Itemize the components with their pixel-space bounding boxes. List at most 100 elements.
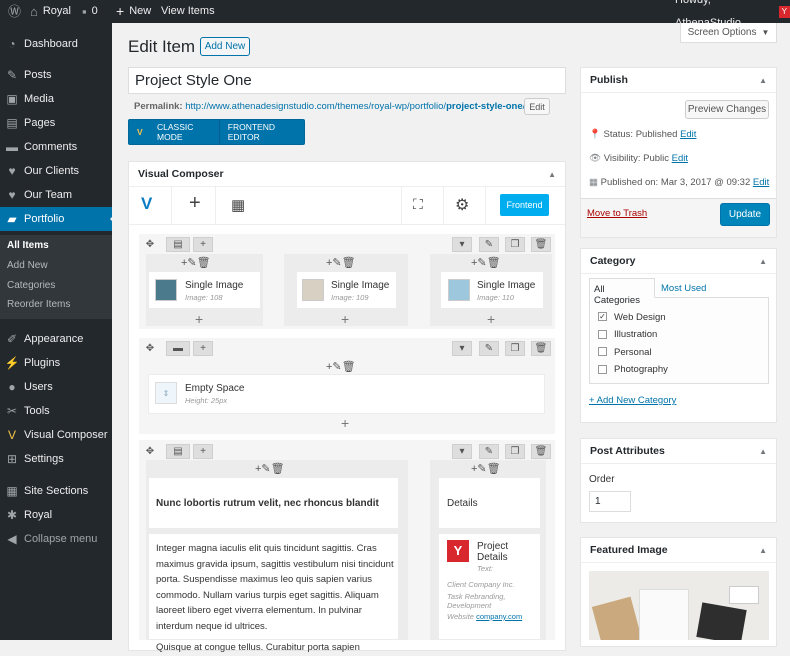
screen-options-toggle[interactable]: Screen Options ▼ [680, 23, 777, 43]
sidebar-item-users[interactable]: ● Users [0, 375, 112, 399]
category-checkbox[interactable] [598, 365, 607, 374]
sidebar-item-dashboard[interactable]: ◔ Dashboard [0, 32, 112, 56]
add-new-category-link[interactable]: + Add New Category [589, 395, 676, 406]
post-title-input[interactable]: Project Style One [128, 67, 566, 94]
sidebar-item-royal[interactable]: ✱ Royal [0, 503, 112, 527]
drag-handle-icon[interactable]: ✥ [140, 341, 160, 356]
row-toggle-icon[interactable]: ▾ [452, 444, 472, 459]
site-name-link[interactable]: ⌂ Royal [30, 0, 71, 23]
published-edit-link[interactable]: Edit [753, 177, 769, 188]
collapse-arrow-icon[interactable]: ▲ [759, 76, 767, 85]
column-controls[interactable]: +✎🗑 [255, 462, 285, 475]
sidebar-item-media[interactable]: ▣ Media [0, 87, 112, 111]
row-clone-icon[interactable]: ❐ [505, 341, 525, 356]
submenu-add-new[interactable]: Add New [7, 260, 48, 271]
add-element-plus-icon[interactable]: + [341, 311, 349, 327]
sidebar-collapse-menu[interactable]: ◀ Collapse menu [0, 527, 112, 551]
row-toggle-icon[interactable]: ▾ [452, 237, 472, 252]
row-edit-icon[interactable]: ✎ [479, 341, 499, 356]
tab-most-used[interactable]: Most Used [661, 283, 706, 294]
category-checkbox[interactable] [598, 347, 607, 356]
add-element-plus-icon[interactable]: + [487, 311, 495, 327]
row-edit-icon[interactable]: ✎ [479, 237, 499, 252]
account-menu[interactable]: Howdy, AthenaStudioY [675, 0, 790, 29]
classic-mode-button[interactable]: CLASSIC MODE [149, 120, 220, 144]
category-header[interactable]: Category ▲ [581, 249, 776, 274]
featured-image-header[interactable]: Featured Image ▲ [581, 538, 776, 563]
add-column-icon[interactable]: + [193, 444, 213, 459]
wordpress-logo-icon[interactable]: Ⓦ [8, 0, 21, 23]
collapse-arrow-icon[interactable]: ▲ [759, 257, 767, 266]
row-delete-icon[interactable]: 🗑 [531, 444, 551, 459]
fullscreen-icon[interactable]: ⛶ [413, 196, 423, 213]
update-button[interactable]: Update [720, 203, 770, 226]
sidebar-item-pages[interactable]: ▤ Pages [0, 111, 112, 135]
sidebar-item-appearance[interactable]: ✐ Appearance [0, 327, 112, 351]
column-controls[interactable]: +✎🗑 [326, 360, 356, 373]
sidebar-item-our-clients[interactable]: ♥ Our Clients [0, 159, 112, 183]
move-to-trash-link[interactable]: Move to Trash [587, 208, 647, 219]
frontend-editor-button[interactable]: FRONTEND EDITOR [220, 120, 304, 144]
layout-icon[interactable]: ▤ [166, 444, 190, 459]
post-attributes-header[interactable]: Post Attributes ▲ [581, 439, 776, 464]
sidebar-item-tools[interactable]: ✂ Tools [0, 399, 112, 423]
page-title: Edit Item [128, 37, 196, 56]
add-element-plus-icon[interactable]: + [195, 311, 203, 327]
sidebar-item-visual-composer[interactable]: V Visual Composer [0, 423, 112, 447]
visual-composer-header[interactable]: Visual Composer ▲ [129, 162, 565, 187]
add-element-icon[interactable]: + [189, 192, 201, 215]
collapse-arrow-icon[interactable]: ▲ [759, 447, 767, 456]
submenu-categories[interactable]: Categories [7, 280, 55, 291]
sidebar-item-portfolio[interactable]: ▰ Portfolio [0, 207, 112, 231]
dashboard-icon: ◔ [8, 37, 16, 51]
vc-frontend-button[interactable]: Frontend [500, 194, 549, 216]
tab-all-categories[interactable]: All Categories [589, 278, 655, 306]
add-column-icon[interactable]: + [193, 237, 213, 252]
order-input[interactable]: 1 [589, 491, 631, 512]
row-toggle-icon[interactable]: ▾ [452, 341, 472, 356]
publish-header[interactable]: Publish ▲ [581, 68, 776, 93]
settings-gear-icon[interactable]: ⚙ [455, 195, 469, 215]
sidebar-item-comments[interactable]: ▬ Comments [0, 135, 112, 159]
layout-icon[interactable]: ▤ [166, 237, 190, 252]
permalink-link[interactable]: http://www.athenadesignstudio.com/themes… [185, 101, 525, 112]
drag-handle-icon[interactable]: ✥ [140, 444, 160, 459]
submenu-all-items[interactable]: All Items [7, 240, 49, 251]
submenu-reorder-items[interactable]: Reorder Items [7, 299, 70, 310]
sidebar-item-plugins[interactable]: ⚡ Plugins [0, 351, 112, 375]
collapse-arrow-icon[interactable]: ▲ [548, 170, 556, 179]
row-clone-icon[interactable]: ❐ [505, 237, 525, 252]
category-checkbox[interactable]: ✓ [598, 312, 607, 321]
sidebar-item-settings[interactable]: ⊞ Settings [0, 447, 112, 471]
order-label: Order [589, 474, 615, 485]
drag-handle-icon[interactable]: ✥ [140, 237, 160, 252]
column-controls[interactable]: +✎🗑 [326, 256, 356, 269]
eye-icon: 👁 [589, 153, 602, 164]
column-controls[interactable]: +✎🗑 [471, 256, 501, 269]
row-edit-icon[interactable]: ✎ [479, 444, 499, 459]
templates-icon[interactable]: ▦ [231, 196, 245, 214]
row-delete-icon[interactable]: 🗑 [531, 341, 551, 356]
column-controls[interactable]: +✎🗑 [181, 256, 211, 269]
preview-changes-button[interactable]: Preview Changes [685, 100, 769, 119]
add-new-button[interactable]: Add New [200, 37, 250, 56]
collapse-arrow-icon[interactable]: ▲ [759, 546, 767, 555]
visibility-edit-link[interactable]: Edit [672, 153, 688, 164]
sidebar-item-our-team[interactable]: ♥ Our Team [0, 183, 112, 207]
status-edit-link[interactable]: Edit [680, 129, 696, 140]
add-column-icon[interactable]: + [193, 341, 213, 356]
comments-link[interactable]: ▪ 0 [82, 0, 98, 23]
featured-image-thumbnail[interactable] [589, 571, 769, 640]
sidebar-item-site-sections[interactable]: ▦ Site Sections [0, 479, 112, 503]
add-element-plus-icon[interactable]: + [341, 415, 349, 431]
sidebar-item-posts[interactable]: ✎ Posts [0, 63, 112, 87]
view-items-link[interactable]: View Items [161, 0, 215, 23]
empty-space-element[interactable] [148, 374, 545, 414]
permalink-edit-button[interactable]: Edit [524, 98, 550, 115]
layout-icon[interactable]: ▬ [166, 341, 190, 356]
row-delete-icon[interactable]: 🗑 [531, 237, 551, 252]
row-clone-icon[interactable]: ❐ [505, 444, 525, 459]
column-controls[interactable]: +✎🗑 [471, 462, 501, 475]
new-content-link[interactable]: + New [116, 0, 151, 23]
category-checkbox[interactable] [598, 330, 607, 339]
